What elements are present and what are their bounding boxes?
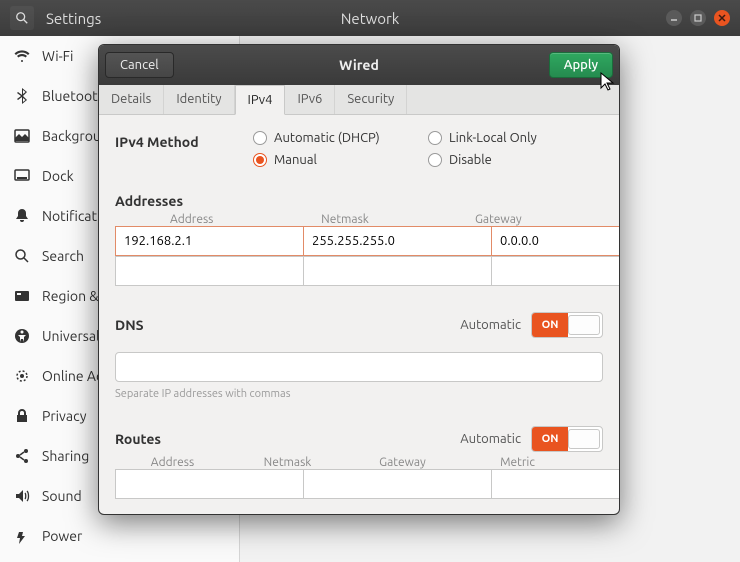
col-metric: Metric: [460, 456, 575, 469]
tab-security[interactable]: Security: [335, 85, 407, 114]
col-address: Address: [115, 213, 268, 226]
connection-editor-dialog: Cancel Wired Apply Details Identity IPv4…: [98, 44, 620, 515]
addresses-columns: Address Netmask Gateway: [115, 213, 603, 226]
switch-knob: [568, 429, 600, 449]
dns-automatic-switch[interactable]: ON: [531, 312, 603, 338]
minimize-button[interactable]: [666, 10, 682, 26]
sidebar-label: Privacy: [42, 408, 86, 424]
method-link-local-only[interactable]: Link-Local Only: [428, 131, 603, 145]
app-title: Settings: [46, 10, 101, 27]
radio-icon: [253, 153, 267, 167]
sidebar-label: Search: [42, 248, 84, 264]
method-label: Disable: [449, 153, 492, 167]
tab-details[interactable]: Details: [99, 85, 164, 114]
dialog-tabs: Details Identity IPv4 IPv6 Security: [99, 85, 619, 115]
dock-icon: [14, 168, 30, 184]
method-label: Link-Local Only: [449, 131, 537, 145]
sidebar-label: Dock: [42, 168, 74, 184]
power-icon: [14, 528, 30, 544]
routes-automatic-label: Automatic: [460, 432, 521, 446]
mouse-cursor-icon: [599, 72, 617, 92]
page-title: Network: [341, 10, 400, 27]
col-netmask: Netmask: [230, 456, 345, 469]
dialog-body: IPv4 Method Automatic (DHCP) Link-Local …: [99, 115, 619, 514]
dialog-header: Cancel Wired Apply: [99, 45, 619, 85]
address-input[interactable]: [115, 226, 304, 256]
dns-helper-text: Separate IP addresses with commas: [115, 388, 603, 400]
method-disable[interactable]: Disable: [428, 153, 603, 167]
online-accounts-icon: [14, 368, 30, 384]
dialog-title: Wired: [339, 57, 379, 73]
sidebar-label: Sound: [42, 488, 82, 504]
gateway-input[interactable]: [492, 226, 619, 256]
wifi-icon: [14, 48, 30, 64]
bell-icon: [14, 208, 30, 224]
method-label: Manual: [274, 153, 317, 167]
switch-knob: [568, 315, 600, 335]
route-gateway-input[interactable]: [492, 469, 619, 499]
col-gateway: Gateway: [345, 456, 460, 469]
sharing-icon: [14, 448, 30, 464]
col-netmask: Netmask: [268, 213, 421, 226]
switch-on-label: ON: [532, 427, 568, 451]
maximize-button[interactable]: [690, 10, 706, 26]
universal-access-icon: [14, 328, 30, 344]
netmask-input[interactable]: [304, 226, 492, 256]
col-address: Address: [115, 456, 230, 469]
gateway-input[interactable]: [492, 256, 619, 286]
search-icon: [14, 248, 30, 264]
region-icon: [14, 288, 30, 304]
address-input[interactable]: [115, 256, 304, 286]
netmask-input[interactable]: [304, 256, 492, 286]
route-netmask-input[interactable]: [304, 469, 492, 499]
sidebar-label: Power: [42, 528, 82, 544]
settings-titlebar: Settings Network: [0, 0, 740, 36]
tab-ipv4[interactable]: IPv4: [235, 85, 286, 115]
dns-title: DNS: [115, 317, 144, 333]
sidebar-label: Wi-Fi: [42, 48, 73, 64]
tab-identity[interactable]: Identity: [164, 85, 234, 114]
method-automatic-dhcp[interactable]: Automatic (DHCP): [253, 131, 428, 145]
ipv4-method-label: IPv4 Method: [115, 131, 253, 150]
bluetooth-icon: [14, 88, 30, 104]
sidebar-label: Sharing: [42, 448, 89, 464]
tab-ipv6[interactable]: IPv6: [285, 85, 335, 114]
radio-icon: [253, 131, 267, 145]
routes-title: Routes: [115, 431, 161, 447]
method-label: Automatic (DHCP): [274, 131, 380, 145]
col-gateway: Gateway: [422, 213, 575, 226]
switch-on-label: ON: [532, 313, 568, 337]
address-row: [115, 256, 603, 286]
privacy-icon: [14, 408, 30, 424]
method-manual[interactable]: Manual: [253, 153, 428, 167]
sound-icon: [14, 488, 30, 504]
dns-input[interactable]: [115, 352, 603, 382]
sidebar-item-power[interactable]: Power: [0, 516, 239, 556]
addresses-title: Addresses: [115, 193, 603, 209]
routes-automatic-switch[interactable]: ON: [531, 426, 603, 452]
address-row: [115, 226, 603, 256]
close-button[interactable]: [714, 10, 730, 26]
dns-automatic-label: Automatic: [460, 318, 521, 332]
route-row: [115, 469, 603, 499]
search-button[interactable]: [10, 6, 34, 30]
background-icon: [14, 128, 30, 144]
sidebar-label: Bluetooth: [42, 88, 106, 104]
routes-columns: Address Netmask Gateway Metric: [115, 456, 603, 469]
cancel-button[interactable]: Cancel: [105, 52, 174, 78]
route-address-input[interactable]: [115, 469, 304, 499]
radio-icon: [428, 131, 442, 145]
radio-icon: [428, 153, 442, 167]
